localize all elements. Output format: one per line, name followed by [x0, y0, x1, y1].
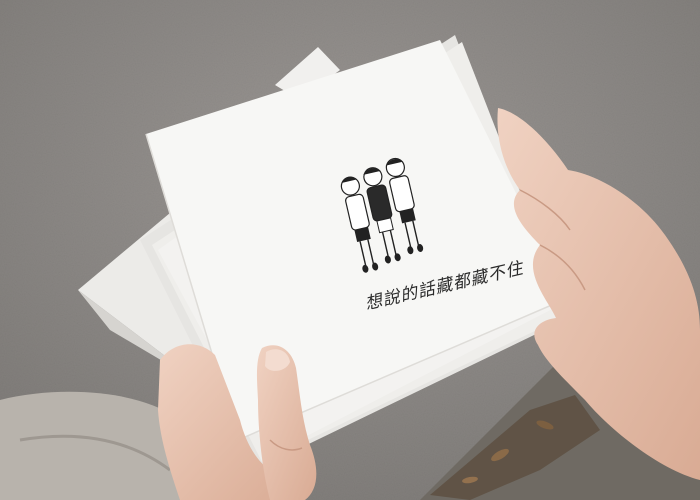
photo-scene: [0, 0, 700, 500]
